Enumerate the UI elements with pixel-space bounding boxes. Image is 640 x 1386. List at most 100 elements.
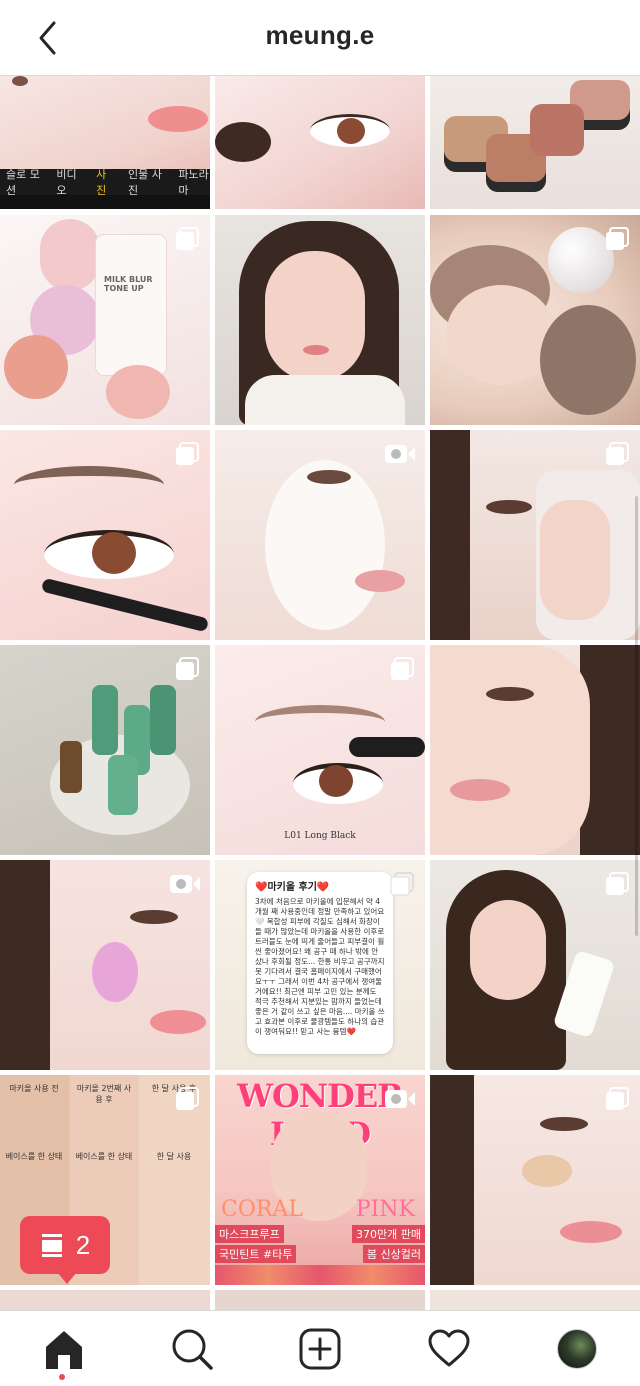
smiley-sticker-graphic	[92, 942, 138, 1002]
cushion-graphic	[446, 285, 556, 385]
lips-graphic	[148, 106, 208, 132]
post-tile[interactable]	[430, 215, 640, 425]
eyebrow-graphic	[255, 705, 385, 739]
iris-graphic	[92, 532, 136, 574]
tube-graphic	[96, 235, 166, 375]
bottle-graphic	[108, 755, 138, 815]
multiple-posts-icon	[606, 1087, 629, 1110]
post-tile[interactable]	[0, 860, 210, 1070]
review-body: 3차에 처음으로 마키올에 입문해서 약 4개월 째 사용중인데 정말 만족하고…	[255, 897, 385, 1036]
post-tile[interactable]: MILK BLUR TONE UP	[0, 215, 210, 425]
product-label: MILK BLUR TONE UP	[104, 275, 153, 293]
magazine-left-line: 마스크프루프	[215, 1225, 284, 1243]
review-title: ❤️마키올 후기❤️	[255, 882, 330, 893]
posts-icon	[41, 1234, 62, 1257]
tab-home[interactable]	[42, 1327, 86, 1371]
post-tile[interactable]	[215, 76, 425, 209]
multiple-posts-icon	[176, 1087, 199, 1110]
product-label: L01 Long Black	[284, 831, 356, 841]
post-tile[interactable]	[0, 430, 210, 640]
eye-graphic	[540, 1117, 588, 1131]
top-header: meung.e	[0, 0, 640, 76]
lips-graphic	[450, 779, 510, 801]
search-icon	[172, 1329, 213, 1370]
cosmetic-pot-graphic	[530, 104, 584, 156]
magazine-pink-label: PINK	[355, 1197, 415, 1222]
multiple-posts-icon	[176, 657, 199, 680]
compact-graphic	[40, 219, 100, 291]
camera-mode-video: 비디오	[56, 168, 77, 197]
camera-mode-photo: 사진	[96, 168, 107, 197]
face-graphic	[470, 900, 546, 1000]
face-graphic	[430, 645, 590, 855]
hand-graphic	[540, 500, 610, 620]
scrollbar[interactable]	[635, 496, 638, 936]
compact-graphic	[4, 335, 68, 399]
lips-graphic	[150, 1010, 206, 1034]
post-tile[interactable]	[430, 645, 640, 855]
tab-create[interactable]	[298, 1327, 342, 1371]
post-tile[interactable]	[215, 1290, 425, 1310]
post-tile[interactable]	[215, 430, 425, 640]
eye-graphic	[486, 500, 532, 514]
home-icon	[46, 1331, 82, 1369]
plus-square-icon	[299, 1328, 341, 1370]
post-tile[interactable]	[0, 645, 210, 855]
eyebrow-graphic	[14, 466, 164, 504]
eye-graphic	[486, 687, 534, 701]
eye-graphic	[307, 470, 351, 484]
hair-graphic	[0, 860, 50, 1070]
shirt-graphic	[245, 375, 405, 425]
pencil-graphic	[40, 577, 210, 633]
magazine-left-line-2: 국민틴트 #타투	[215, 1245, 297, 1263]
home-active-dot	[59, 1374, 65, 1380]
post-tile[interactable]	[430, 430, 640, 640]
post-tile[interactable]	[0, 1290, 210, 1310]
iris-graphic	[337, 118, 365, 144]
bottle-graphic	[92, 685, 118, 755]
hair-graphic	[430, 1075, 474, 1285]
tab-profile-avatar[interactable]	[557, 1329, 597, 1369]
multiple-posts-icon	[390, 872, 414, 896]
post-tile[interactable]: WONDER LAND CORAL PINK 마스크프루프 국민틴트 #타투 3…	[215, 1075, 425, 1285]
bottle-graphic	[60, 741, 82, 793]
camera-mode-slow: 슬로 모션	[6, 168, 40, 197]
post-tile[interactable]	[430, 1290, 640, 1310]
multiple-posts-icon	[606, 227, 629, 250]
compact-graphic	[106, 365, 170, 419]
bottom-tab-bar	[0, 1310, 640, 1386]
post-tile[interactable]	[430, 860, 640, 1070]
camera-shutter-bar	[0, 195, 210, 209]
post-tile[interactable]: L01 Long Black	[215, 645, 425, 855]
eye-graphic	[12, 76, 28, 86]
compare-label: 베이스를 한 상태	[75, 1152, 133, 1161]
multiple-posts-icon	[176, 442, 199, 465]
tab-activity[interactable]	[427, 1327, 471, 1371]
camera-mode-pano: 파노라마	[178, 168, 209, 197]
tab-search[interactable]	[170, 1327, 214, 1371]
lips-graphic	[560, 1221, 622, 1243]
profile-username-title: meung.e	[265, 20, 375, 50]
magazine-coral-label: CORAL	[221, 1197, 303, 1222]
compare-label: 마키올 사용 전	[9, 1084, 59, 1093]
brush-graphic	[215, 122, 271, 162]
mascara-wand-graphic	[349, 737, 425, 757]
magazine-right-line: 370만개 판매	[352, 1225, 425, 1243]
bottle-graphic	[150, 685, 176, 755]
multiple-posts-icon	[606, 872, 629, 895]
post-tile[interactable]: ❤️마키올 후기❤️ 3차에 처음으로 마키올에 입문해서 약 4개월 째 사용…	[215, 860, 425, 1070]
face-graphic	[265, 251, 365, 381]
badge-count: 2	[75, 1229, 91, 1260]
new-posts-badge[interactable]: 2	[20, 1216, 110, 1284]
post-tile[interactable]: 슬로 모션 비디오 사진 인물 사진 파노라마	[0, 76, 210, 209]
video-camera-icon	[385, 445, 415, 463]
lips-graphic	[303, 345, 329, 355]
cream-graphic	[522, 1155, 572, 1187]
post-tile[interactable]	[430, 76, 640, 209]
post-tile[interactable]	[215, 215, 425, 425]
video-camera-icon	[385, 1090, 415, 1108]
compare-label: 베이스를 한 상태	[5, 1152, 63, 1161]
post-tile[interactable]	[430, 1075, 640, 1285]
multiple-posts-icon	[176, 227, 199, 250]
flowers-graphic	[215, 1265, 425, 1285]
